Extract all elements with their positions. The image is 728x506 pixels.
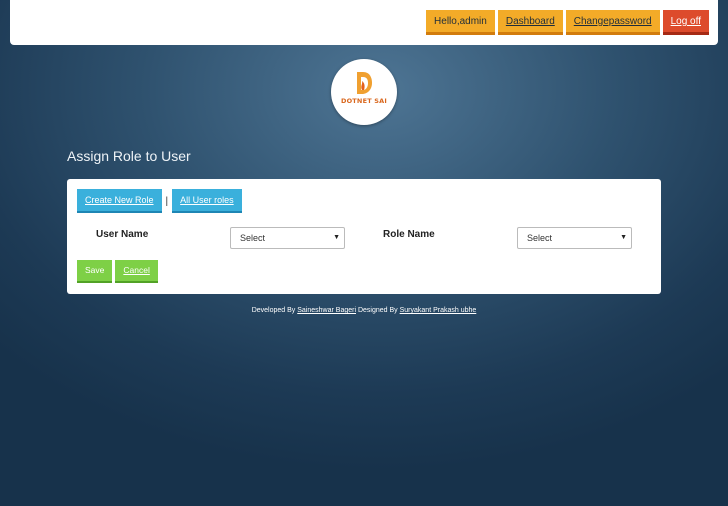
card-links: Create New Role | All User roles <box>77 189 242 213</box>
flame-d-icon <box>357 72 372 94</box>
dashboard-link[interactable]: Dashboard <box>497 10 563 35</box>
change-password-link[interactable]: Changepassword <box>565 10 660 35</box>
page-title: Assign Role to User <box>67 148 191 164</box>
chevron-down-icon: ▼ <box>620 234 627 241</box>
user-name-select-value: Select <box>240 233 266 243</box>
role-name-label: Role Name <box>383 229 435 240</box>
log-off-button[interactable]: Log off <box>662 10 709 35</box>
chevron-down-icon: ▼ <box>333 234 340 241</box>
all-user-roles-link[interactable]: All User roles <box>172 189 242 213</box>
logo-text: DOTNET SAI <box>340 97 388 105</box>
user-name-select[interactable]: Select ▼ <box>230 227 345 249</box>
greeting-label: Hello,admin <box>426 10 495 35</box>
assign-role-card: Create New Role | All User roles User Na… <box>67 179 661 294</box>
header-nav: Hello,admin Dashboard Changepassword Log… <box>426 10 709 35</box>
cancel-button[interactable]: Cancel <box>115 260 158 283</box>
brand-logo: DOTNET SAI <box>331 59 397 125</box>
designer-link[interactable]: Suryakant Prakash ubhe <box>400 307 477 314</box>
link-separator: | <box>165 195 169 207</box>
role-name-select[interactable]: Select ▼ <box>517 227 632 249</box>
top-bar: Hello,admin Dashboard Changepassword Log… <box>10 0 718 45</box>
form-actions: Save Cancel <box>77 260 158 283</box>
role-name-select-value: Select <box>527 233 553 243</box>
developer-link[interactable]: Saineshwar Bageri <box>297 307 356 314</box>
developed-by-label: Developed By <box>251 307 296 314</box>
create-new-role-link[interactable]: Create New Role <box>77 189 162 213</box>
designed-by-label: Designed By <box>357 307 398 314</box>
save-button[interactable]: Save <box>77 260 113 283</box>
footer: Developed By Saineshwar Bageri Designed … <box>0 307 728 314</box>
user-name-label: User Name <box>96 229 149 240</box>
